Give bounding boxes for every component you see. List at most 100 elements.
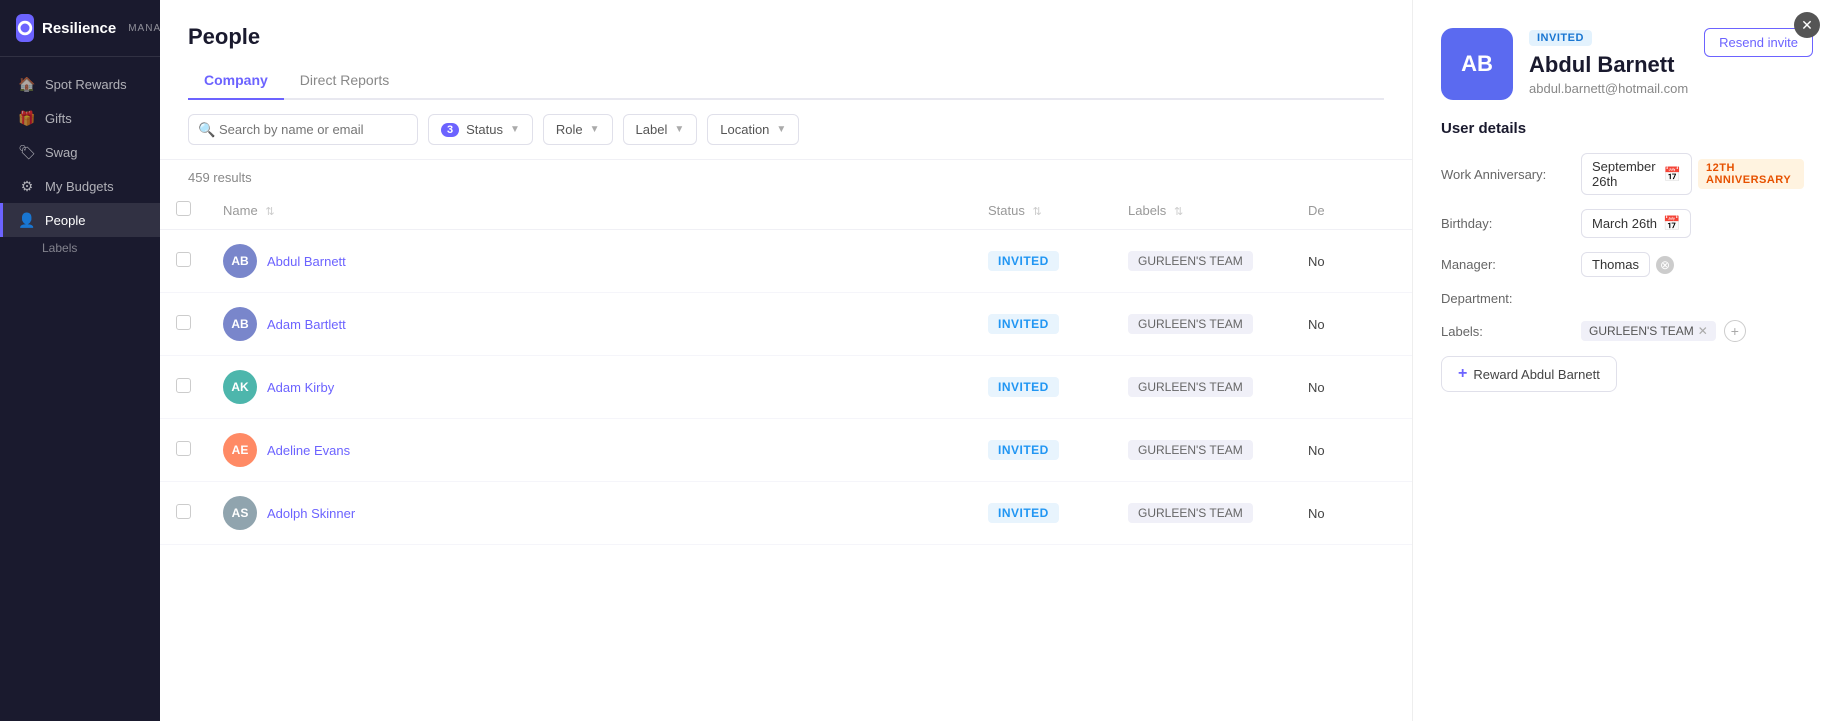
sidebar-sub-labels[interactable]: Labels [0,237,160,259]
search-icon: 🔍 [198,121,215,138]
people-table: Name ⇅ Status ⇅ Labels ⇅ De [160,191,1412,545]
status-count: 3 [441,123,459,137]
detail-user-info: INVITED Abdul Barnett abdul.barnett@hotm… [1529,28,1688,96]
status-badge: INVITED [988,440,1059,460]
detail-panel: ✕ AB INVITED Abdul Barnett abdul.barnett… [1412,0,1832,721]
location-filter-arrow: ▼ [776,124,786,135]
role-filter[interactable]: Role ▼ [543,114,613,145]
detail-email: abdul.barnett@hotmail.com [1529,81,1688,96]
people-table-wrap: Name ⇅ Status ⇅ Labels ⇅ De [160,191,1412,721]
status-filter-label: Status [466,122,503,137]
table-row: AE Adeline Evans INVITED GURLEEN'S TEAM … [160,419,1412,482]
row-checkbox[interactable] [176,378,191,393]
sidebar-item-label: Swag [45,145,78,160]
status-badge: INVITED [988,377,1059,397]
manager-label: Manager: [1441,257,1581,272]
row-status-cell: INVITED [972,293,1112,356]
row-person-name[interactable]: Adeline Evans [267,443,350,458]
manager-value: Thomas ⊗ [1581,252,1674,277]
row-avatar: AE [223,433,257,467]
location-filter[interactable]: Location ▼ [707,114,799,145]
tab-direct-reports[interactable]: Direct Reports [284,64,405,100]
main-area: People Company Direct Reports 🔍 3 Status… [160,0,1412,721]
avatar: AB [1441,28,1513,100]
label-filter-label: Label [636,122,668,137]
birthday-calendar-icon: 📅 [1663,215,1680,232]
row-checkbox-cell [160,482,207,545]
sidebar-item-my-budgets[interactable]: ⚙ My Budgets [0,169,160,203]
page-title: People [188,24,1384,50]
results-count: 459 results [160,160,1412,191]
row-person-name[interactable]: Adam Kirby [267,380,334,395]
row-checkbox[interactable] [176,252,191,267]
row-labels-cell: GURLEEN'S TEAM [1112,482,1292,545]
row-labels-cell: GURLEEN'S TEAM [1112,293,1292,356]
sidebar-item-spot-rewards[interactable]: 🏠 Spot Rewards [0,67,160,101]
app-name: Resilience [42,20,116,37]
row-labels-cell: GURLEEN'S TEAM [1112,419,1292,482]
row-status-cell: INVITED [972,419,1112,482]
row-label-badge: GURLEEN'S TEAM [1128,503,1253,523]
reward-plus-icon: + [1458,365,1467,383]
row-person-name[interactable]: Adolph Skinner [267,506,355,521]
status-filter-arrow: ▼ [510,124,520,135]
labels-row: Labels: GURLEEN'S TEAM ✕ + [1441,320,1804,342]
label-remove-button[interactable]: ✕ [1698,324,1708,338]
row-label-badge: GURLEEN'S TEAM [1128,440,1253,460]
labels-sort-icon: ⇅ [1174,206,1183,218]
row-checkbox[interactable] [176,441,191,456]
sidebar: Resilience MANAGER 🏠 Spot Rewards 🎁 Gift… [0,0,160,721]
table-row: AK Adam Kirby INVITED GURLEEN'S TEAM No [160,356,1412,419]
reward-button[interactable]: + Reward Abdul Barnett [1441,356,1617,392]
location-filter-label: Location [720,122,769,137]
filters-bar: 🔍 3 Status ▼ Role ▼ Label ▼ Location ▼ [160,100,1412,160]
row-checkbox[interactable] [176,504,191,519]
row-dept-cell: No [1292,230,1412,293]
status-sort-icon: ⇅ [1032,206,1041,218]
gifts-icon: 🎁 [19,110,35,126]
label-add-button[interactable]: + [1724,320,1746,342]
col-header-name[interactable]: Name ⇅ [207,191,972,230]
label-filter[interactable]: Label ▼ [623,114,698,145]
sidebar-item-swag[interactable]: 🏷 Swag [0,135,160,169]
select-all-checkbox[interactable] [176,201,191,216]
row-avatar: AB [223,244,257,278]
col-header-status[interactable]: Status ⇅ [972,191,1112,230]
table-row: AB Abdul Barnett INVITED GURLEEN'S TEAM … [160,230,1412,293]
spot-rewards-icon: 🏠 [19,76,35,92]
row-label-badge: GURLEEN'S TEAM [1128,314,1253,334]
sidebar-logo: Resilience MANAGER [0,0,160,57]
birthday-date[interactable]: March 26th 📅 [1581,209,1691,238]
status-filter[interactable]: 3 Status ▼ [428,114,533,145]
status-badge: INVITED [988,314,1059,334]
tab-company[interactable]: Company [188,64,284,100]
sidebar-item-people[interactable]: 👤 People [0,203,160,237]
manager-remove-button[interactable]: ⊗ [1656,256,1674,274]
label-tag: GURLEEN'S TEAM ✕ [1581,321,1716,341]
row-dept-cell: No [1292,482,1412,545]
table-row: AS Adolph Skinner INVITED GURLEEN'S TEAM… [160,482,1412,545]
row-person-name[interactable]: Adam Bartlett [267,317,346,332]
detail-avatar-section: AB INVITED Abdul Barnett abdul.barnett@h… [1413,0,1832,116]
col-header-check [160,191,207,230]
work-anniversary-date[interactable]: September 26th 📅 [1581,153,1692,195]
row-dept-cell: No [1292,293,1412,356]
work-anniversary-label: Work Anniversary: [1441,167,1581,182]
sidebar-item-label: People [45,213,85,228]
department-label: Department: [1441,291,1581,306]
status-badge: INVITED [988,251,1059,271]
tab-bar: Company Direct Reports [188,64,1384,100]
row-person-name[interactable]: Abdul Barnett [267,254,346,269]
sidebar-item-label: Spot Rewards [45,77,127,92]
close-button[interactable]: ✕ [1794,12,1820,38]
search-input[interactable] [188,114,418,145]
sidebar-item-gifts[interactable]: 🎁 Gifts [0,101,160,135]
row-label-badge: GURLEEN'S TEAM [1128,251,1253,271]
row-checkbox[interactable] [176,315,191,330]
col-header-dept[interactable]: De [1292,191,1412,230]
table-header-row: Name ⇅ Status ⇅ Labels ⇅ De [160,191,1412,230]
row-checkbox-cell [160,356,207,419]
row-labels-cell: GURLEEN'S TEAM [1112,230,1292,293]
row-status-cell: INVITED [972,482,1112,545]
col-header-labels[interactable]: Labels ⇅ [1112,191,1292,230]
